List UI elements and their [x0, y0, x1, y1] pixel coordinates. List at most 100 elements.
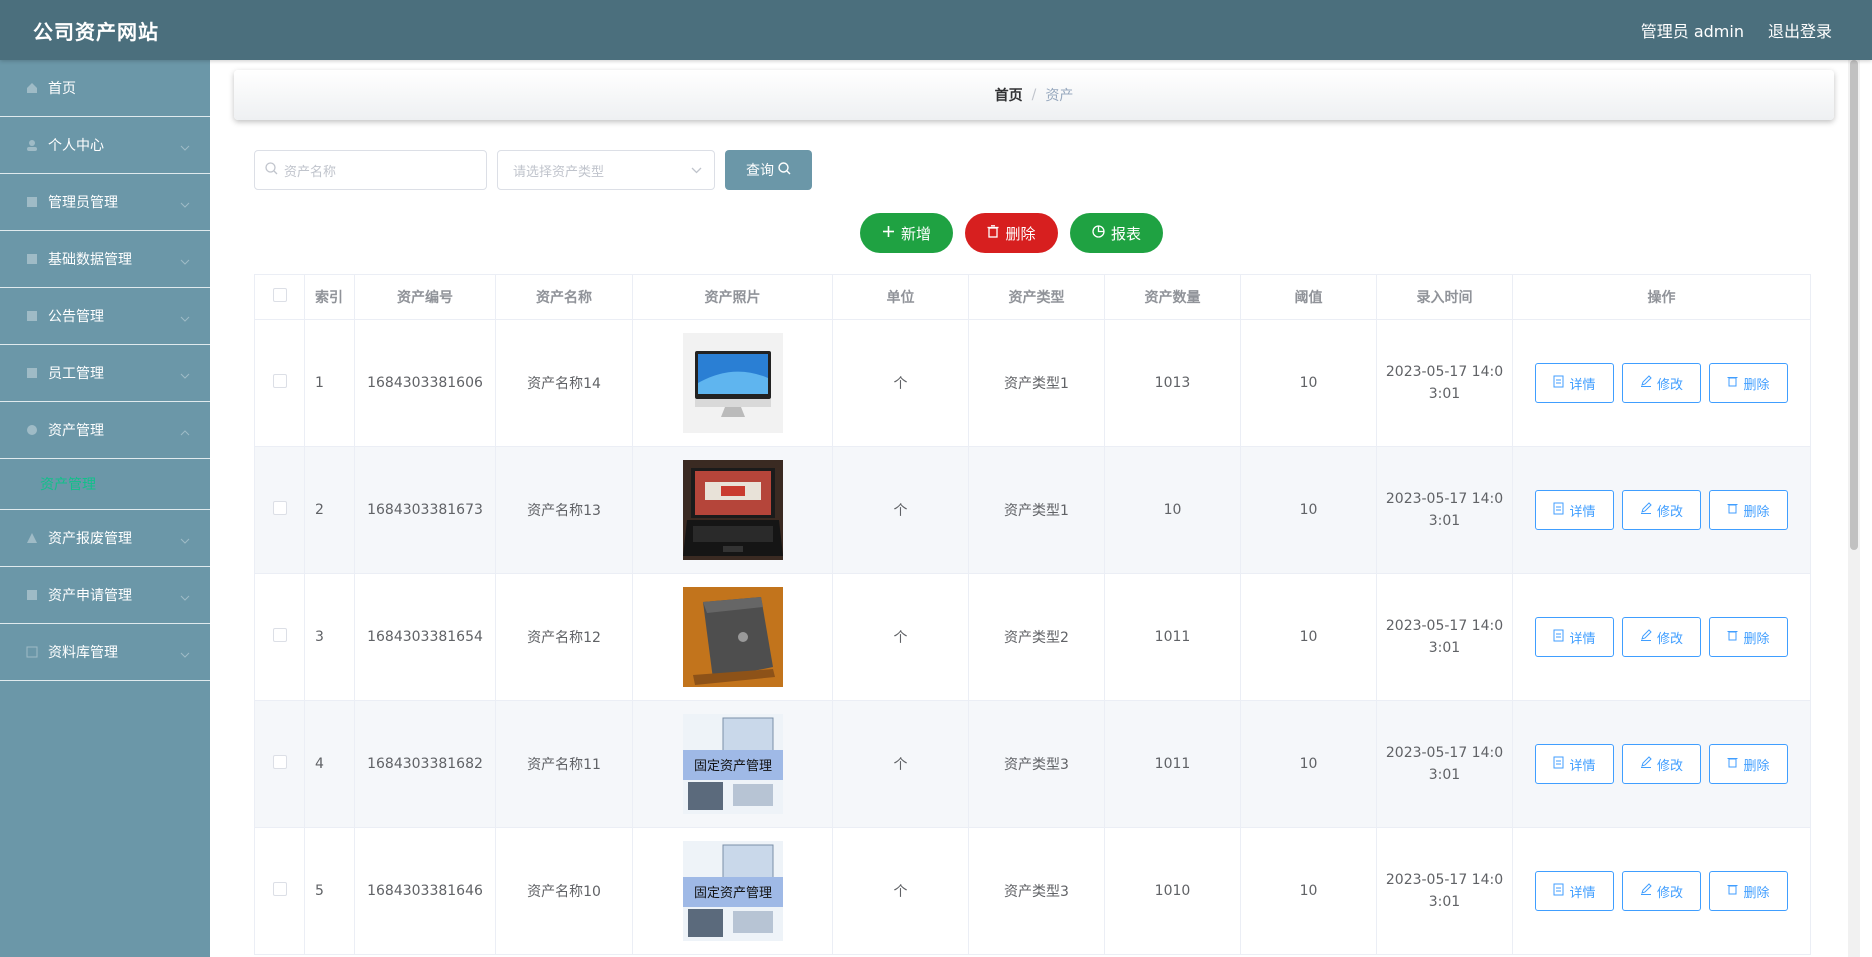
breadcrumb-separator: /: [1031, 87, 1037, 103]
select-all-checkbox[interactable]: [272, 288, 287, 302]
row-select-cell[interactable]: [254, 827, 305, 955]
header-type: 资产类型: [968, 274, 1105, 320]
chevron-down-icon: [180, 196, 190, 212]
cell-code: 1684303381606: [354, 319, 496, 447]
time-line-1: 2023-05-17 14:0: [1385, 618, 1504, 634]
breadcrumb-home[interactable]: 首页: [995, 85, 1023, 105]
sidebar-item-asset-scrap[interactable]: 资产报废管理: [0, 510, 210, 567]
cell-photo: 固定资产管理: [632, 827, 833, 955]
cell-unit: 个: [832, 827, 969, 955]
cell-qty: 1011: [1104, 700, 1241, 828]
time-line-2: 3:01: [1428, 894, 1461, 910]
cell-type: 资产类型3: [968, 700, 1105, 828]
asset-photo[interactable]: 固定资产管理: [682, 841, 783, 941]
row-select-cell[interactable]: [254, 319, 305, 447]
batch-delete-button[interactable]: 删除: [965, 213, 1058, 253]
delete-label: 删除: [1005, 224, 1036, 243]
site-title: 公司资产网站: [33, 19, 159, 44]
query-label: 查询: [746, 163, 774, 179]
cell-type: 资产类型1: [968, 319, 1105, 447]
query-button[interactable]: 查询: [725, 150, 812, 190]
delete-button[interactable]: 删除: [1709, 617, 1788, 657]
action-buttons: 新增 删除 报表: [860, 213, 1163, 253]
asset-photo[interactable]: [682, 460, 783, 560]
sidebar-item-label: 公告管理: [48, 309, 104, 325]
header-threshold: 阈值: [1240, 274, 1377, 320]
detail-button[interactable]: 详情: [1535, 744, 1614, 784]
table-row: 4 1684303381682 资产名称11 固定资产管理个资产类型3 1011 10 20…: [254, 700, 1811, 828]
cell-type: 资产类型2: [968, 573, 1105, 701]
sidebar-item-employee[interactable]: 员工管理: [0, 345, 210, 402]
scrollbar-thumb[interactable]: [1850, 60, 1858, 550]
svg-text:固定资产管理: 固定资产管理: [693, 886, 771, 901]
edit-button[interactable]: 修改: [1622, 363, 1701, 403]
sidebar-item-base-data[interactable]: 基础数据管理: [0, 231, 210, 288]
time-line-1: 2023-05-17 14:0: [1385, 872, 1504, 888]
sidebar-item-asset-management[interactable]: 资产管理: [0, 402, 210, 459]
asset-table: 索引 资产编号 资产名称 资产照片 单位 资产类型 资产数量 阈值 录入时间 操…: [254, 274, 1811, 955]
sidebar-subitem-asset-management[interactable]: 资产管理: [0, 459, 210, 510]
sidebar: 首页 个人中心 管理员管理 基础数据管理 公告管理 员工管理 资产管理 资产管理…: [0, 60, 210, 957]
search-icon: [778, 161, 791, 179]
logout-link[interactable]: 退出登录: [1768, 18, 1832, 42]
row-select-cell[interactable]: [254, 446, 305, 574]
cell-code: 1684303381654: [354, 573, 496, 701]
edit-icon: [1640, 502, 1652, 518]
time-line-1: 2023-05-17 14:0: [1385, 745, 1504, 761]
detail-button[interactable]: 详情: [1535, 490, 1614, 530]
sidebar-item-library[interactable]: 资料库管理: [0, 624, 210, 681]
cell-ops: 详情 修改 删除: [1512, 827, 1811, 955]
report-button[interactable]: 报表: [1070, 213, 1163, 253]
delete-button[interactable]: 删除: [1709, 744, 1788, 784]
header-qty: 资产数量: [1104, 274, 1241, 320]
row-checkbox[interactable]: [272, 374, 287, 388]
row-select-cell[interactable]: [254, 700, 305, 828]
cell-index: 1: [304, 319, 355, 447]
edit-button[interactable]: 修改: [1622, 617, 1701, 657]
cell-code: 1684303381673: [354, 446, 496, 574]
employee-icon: [25, 366, 39, 380]
sidebar-item-label: 资产申请管理: [48, 588, 132, 604]
select-all-cell[interactable]: [254, 274, 305, 320]
sidebar-item-label: 员工管理: [48, 366, 104, 382]
breadcrumb-current: 资产: [1045, 88, 1074, 104]
asset-name-input[interactable]: 资产名称: [254, 150, 487, 190]
sidebar-item-notice[interactable]: 公告管理: [0, 288, 210, 345]
asset-photo[interactable]: [682, 333, 783, 433]
cell-photo: 固定资产管理: [632, 700, 833, 828]
edit-button[interactable]: 修改: [1622, 744, 1701, 784]
detail-button[interactable]: 详情: [1535, 363, 1614, 403]
sidebar-item-home[interactable]: 首页: [0, 60, 210, 117]
add-button[interactable]: 新增: [860, 213, 953, 253]
asset-type-select[interactable]: 请选择资产类型: [497, 150, 715, 190]
chevron-down-icon: [180, 646, 190, 662]
row-checkbox[interactable]: [272, 501, 287, 515]
sidebar-item-admin-management[interactable]: 管理员管理: [0, 174, 210, 231]
detail-button[interactable]: 详情: [1535, 617, 1614, 657]
cell-index: 4: [304, 700, 355, 828]
table-row: 2 1684303381673 资产名称13 个资产类型1 10 10 2023-05-17…: [254, 446, 1811, 574]
edit-button[interactable]: 修改: [1622, 490, 1701, 530]
detail-button[interactable]: 详情: [1535, 871, 1614, 911]
header-index: 索引: [304, 274, 355, 320]
asset-photo[interactable]: [682, 587, 783, 687]
detail-label: 详情: [1569, 631, 1596, 647]
header-time: 录入时间: [1376, 274, 1513, 320]
delete-button[interactable]: 删除: [1709, 871, 1788, 911]
cell-qty: 1013: [1104, 319, 1241, 447]
page-scrollbar[interactable]: [1848, 60, 1860, 957]
chevron-down-icon: [180, 589, 190, 605]
delete-button[interactable]: 删除: [1709, 363, 1788, 403]
sidebar-item-personal-center[interactable]: 个人中心: [0, 117, 210, 174]
row-checkbox[interactable]: [272, 628, 287, 642]
edit-icon: [1640, 756, 1652, 772]
row-checkbox[interactable]: [272, 882, 287, 896]
admin-label[interactable]: 管理员 admin: [1641, 18, 1744, 42]
row-checkbox[interactable]: [272, 755, 287, 769]
sidebar-item-asset-apply[interactable]: 资产申请管理: [0, 567, 210, 624]
edit-button[interactable]: 修改: [1622, 871, 1701, 911]
row-select-cell[interactable]: [254, 573, 305, 701]
delete-button[interactable]: 删除: [1709, 490, 1788, 530]
cell-time: 2023-05-17 14:0 3:01: [1376, 446, 1513, 574]
asset-photo[interactable]: 固定资产管理: [682, 714, 783, 814]
